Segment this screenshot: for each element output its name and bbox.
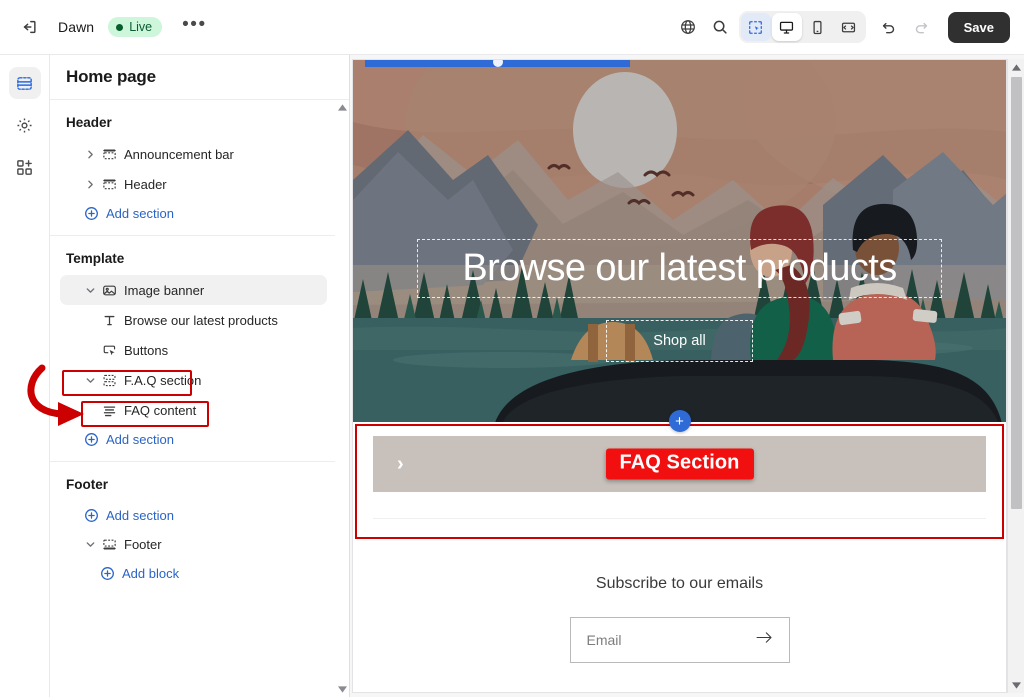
group-heading-header: Header <box>66 115 112 130</box>
chevron-down-icon[interactable] <box>82 539 98 550</box>
plus-circle-icon <box>84 508 99 523</box>
add-section-label: Add section <box>106 507 174 523</box>
group-header: Header Announcement bar Header Add secti… <box>50 100 335 235</box>
arrow-right-icon[interactable] <box>756 631 773 649</box>
section-icon <box>98 177 120 192</box>
select-inspect-icon[interactable] <box>740 13 771 41</box>
sidebar-item-label: F.A.Q section <box>124 372 202 388</box>
group-heading-footer: Footer <box>66 477 108 492</box>
shop-name[interactable]: Dawn <box>58 19 94 35</box>
redo-icon <box>906 12 936 42</box>
scroll-down-icon[interactable] <box>337 686 347 693</box>
scroll-down-icon[interactable] <box>1011 677 1021 693</box>
group-footer: Footer Add section Footer Add block <box>50 461 335 595</box>
sidebar-item-faq-content[interactable]: FAQ content <box>60 395 327 425</box>
text-lines-icon <box>98 403 120 418</box>
add-block-button-footer[interactable]: Add block <box>100 559 185 587</box>
sidebar-item-announcement-bar[interactable]: Announcement bar <box>60 139 327 169</box>
faq-divider <box>373 518 986 519</box>
newsletter-email-input[interactable]: Email <box>569 617 790 663</box>
chevron-down-icon[interactable] <box>82 285 98 296</box>
exit-icon[interactable] <box>14 12 44 42</box>
button-icon <box>98 343 120 358</box>
sidebar-item-header[interactable]: Header <box>60 169 327 199</box>
sidebar-item-label: Image banner <box>124 282 205 298</box>
viewport-mode-group <box>738 11 866 43</box>
group-heading-template: Template <box>66 251 125 266</box>
save-button[interactable]: Save <box>947 11 1010 43</box>
hero-content: Browse our latest products Shop all <box>353 60 1006 422</box>
plus-circle-icon <box>84 206 99 221</box>
sidebar-item-label: Header <box>124 176 167 192</box>
full-width-icon[interactable] <box>834 13 864 41</box>
sidebar-scrollbar[interactable] <box>337 104 347 693</box>
faq-section[interactable]: + › FAQ Section <box>353 410 1006 541</box>
plus-circle-icon <box>100 566 115 581</box>
add-section-button-header[interactable]: Add section <box>84 199 180 227</box>
email-placeholder: Email <box>586 632 622 648</box>
mobile-icon[interactable] <box>803 13 833 41</box>
left-rail <box>0 55 50 697</box>
sections-sidebar: Home page Header Announcement bar Header… <box>50 55 350 697</box>
sidebar-item-label: Browse our latest products <box>124 312 278 328</box>
sidebar-item-faq-section[interactable]: F.A.Q section <box>60 365 327 395</box>
status-dot-icon <box>116 23 124 31</box>
chevron-right-icon[interactable]: › <box>397 454 404 474</box>
scroll-up-icon[interactable] <box>337 104 347 111</box>
add-section-plus-button[interactable]: + <box>668 410 691 432</box>
add-section-button-template[interactable]: Add section <box>84 425 180 453</box>
faq-accordion-bar[interactable]: › FAQ Section <box>373 436 986 492</box>
chevron-right-icon[interactable] <box>82 149 98 160</box>
image-banner-section[interactable]: Browse our latest products Shop all <box>353 60 1006 422</box>
search-icon[interactable] <box>705 12 735 42</box>
preview-canvas: Browse our latest products Shop all + › … <box>352 59 1007 693</box>
desktop-icon[interactable] <box>771 13 802 41</box>
hero-heading[interactable]: Browse our latest products <box>417 239 942 298</box>
sidebar-item-heading-text[interactable]: Browse our latest products <box>60 305 327 335</box>
sidebar-item-label: FAQ content <box>124 402 197 418</box>
add-section-button-footer[interactable]: Add section <box>84 501 180 529</box>
add-section-label: Add section <box>106 205 174 221</box>
add-block-label: Add block <box>122 565 180 581</box>
undo-icon[interactable] <box>874 12 904 42</box>
plus-circle-icon <box>84 432 99 447</box>
more-options-button[interactable]: ••• <box>176 14 212 41</box>
newsletter-heading: Subscribe to our emails <box>595 575 764 592</box>
preview-panel: Browse our latest products Shop all + › … <box>350 55 1024 697</box>
text-icon <box>98 313 120 328</box>
hero-shop-all-button[interactable]: Shop all <box>606 320 753 362</box>
toolbar-left-group: Dawn Live ••• <box>0 12 213 42</box>
rail-settings-gear-icon[interactable] <box>9 109 41 141</box>
toolbar-right-group: Save <box>673 11 1024 43</box>
preview-scrollbar[interactable] <box>1007 59 1024 693</box>
sidebar-item-image-banner[interactable]: Image banner <box>60 275 327 305</box>
add-section-label: Add section <box>106 431 174 447</box>
status-badge-label: Live <box>129 20 153 34</box>
section-selection-bar <box>365 60 630 67</box>
newsletter-section[interactable]: Subscribe to our emails Email <box>353 541 1006 692</box>
status-badge: Live <box>108 17 163 37</box>
scrollbar-thumb[interactable] <box>1010 77 1022 509</box>
footer-icon <box>98 537 120 552</box>
sidebar-item-buttons[interactable]: Buttons <box>60 335 327 365</box>
sidebar-item-label: Announcement bar <box>124 146 234 162</box>
group-template: Template Image banner Browse our latest … <box>50 235 335 461</box>
scroll-up-icon[interactable] <box>1011 59 1021 75</box>
theme-editor-window: Dawn Live ••• Save Home page Header Anno… <box>0 0 1024 697</box>
section-icon <box>98 147 120 162</box>
collapsible-icon <box>98 373 120 388</box>
top-toolbar: Dawn Live ••• Save <box>0 0 1024 55</box>
faq-section-badge: FAQ Section <box>605 448 754 480</box>
sidebar-item-label: Footer <box>124 536 162 552</box>
sidebar-item-footer[interactable]: Footer <box>60 529 327 559</box>
sidebar-scroll-area: Header Announcement bar Header Add secti… <box>50 100 349 697</box>
image-icon <box>98 283 120 298</box>
chevron-down-icon[interactable] <box>82 375 98 386</box>
globe-icon[interactable] <box>673 12 703 42</box>
chevron-right-icon[interactable] <box>82 179 98 190</box>
rail-apps-add-icon[interactable] <box>9 151 41 183</box>
sidebar-item-label: Buttons <box>124 342 169 358</box>
page-title: Home page <box>50 55 349 100</box>
rail-sections-icon[interactable] <box>8 67 41 99</box>
